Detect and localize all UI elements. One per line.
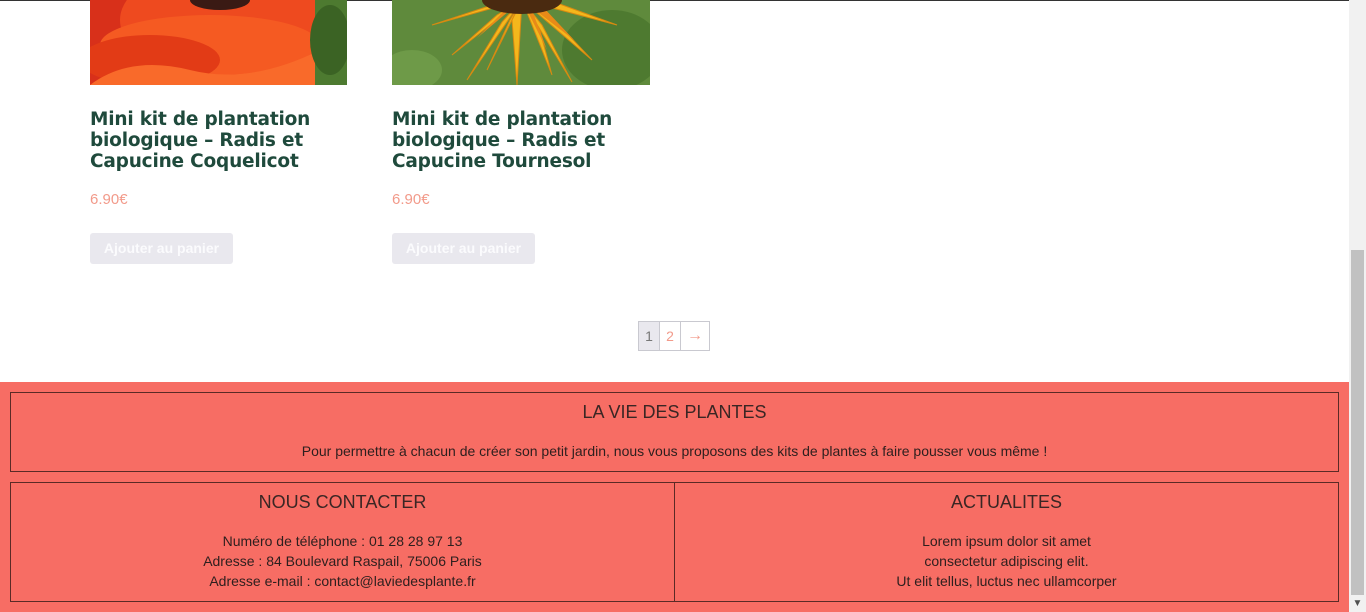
product-price: 6.90€ xyxy=(392,191,430,208)
footer-news-line: consectetur adipiscing elit. xyxy=(924,553,1089,569)
pagination: 1 2 → xyxy=(638,321,710,351)
scroll-down-arrow-icon[interactable]: ▼ xyxy=(1349,596,1366,612)
footer-contact-email[interactable]: Adresse e-mail : contact@laviedesplante.… xyxy=(11,571,674,591)
product-title[interactable]: Mini kit de plantation biologique – Radi… xyxy=(392,109,632,172)
footer-contact-phone: Numéro de téléphone : 01 28 28 97 13 xyxy=(222,533,463,549)
footer-contact-title: NOUS CONTACTER xyxy=(258,492,427,512)
product-image-poppy[interactable] xyxy=(90,0,347,85)
add-to-cart-button[interactable]: Ajouter au panier xyxy=(392,233,535,264)
product-image-sunflower[interactable] xyxy=(392,0,650,85)
footer-about: LA VIE DES PLANTES Pour permettre à chac… xyxy=(10,392,1339,472)
next-page-arrow-icon[interactable]: → xyxy=(681,322,709,350)
footer-contact-address: Adresse : 84 Boulevard Raspail, 75006 Pa… xyxy=(203,553,482,569)
footer-about-text: Pour permettre à chacun de créer son pet… xyxy=(301,443,1048,459)
footer-news-line: Ut elit tellus, luctus nec ullamcorper xyxy=(896,573,1117,589)
footer-news: ACTUALITES Lorem ipsum dolor sit amet co… xyxy=(674,482,1339,602)
site-footer: LA VIE DES PLANTES Pour permettre à chac… xyxy=(0,382,1349,612)
page-scrollbar[interactable]: ▼ xyxy=(1349,0,1366,612)
add-to-cart-button[interactable]: Ajouter au panier xyxy=(90,233,233,264)
footer-news-title: ACTUALITES xyxy=(950,492,1063,512)
footer-contact: NOUS CONTACTER Numéro de téléphone : 01 … xyxy=(10,482,675,602)
scrollbar-thumb[interactable] xyxy=(1351,250,1364,595)
product-price: 6.90€ xyxy=(90,191,128,208)
product-title[interactable]: Mini kit de plantation biologique – Radi… xyxy=(90,109,330,172)
footer-about-title: LA VIE DES PLANTES xyxy=(582,402,767,422)
page-link-2[interactable]: 2 xyxy=(660,322,681,350)
page-current: 1 xyxy=(639,322,660,350)
footer-news-line: Lorem ipsum dolor sit amet xyxy=(922,533,1091,549)
